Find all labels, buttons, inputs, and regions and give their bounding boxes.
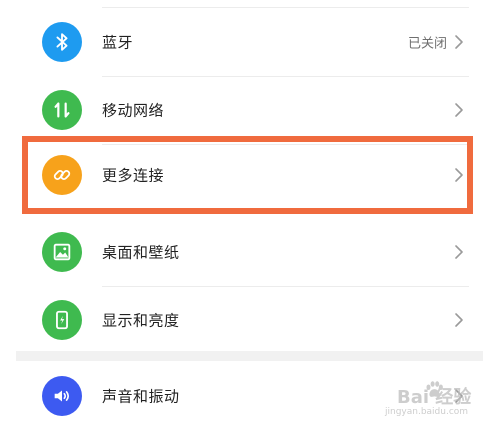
mobile-data-icon bbox=[42, 90, 82, 130]
settings-item-more-connections[interactable]: 更多连接 bbox=[0, 141, 499, 209]
chevron-right-icon bbox=[453, 167, 465, 183]
picture-icon bbox=[42, 232, 82, 272]
paw-icon bbox=[426, 381, 443, 397]
settings-item-label: 声音和振动 bbox=[102, 387, 180, 406]
settings-item-display-brightness[interactable]: 显示和亮度 bbox=[0, 286, 499, 354]
settings-item-label: 移动网络 bbox=[102, 101, 165, 120]
chevron-right-icon bbox=[453, 244, 465, 260]
watermark-url: jingyan.baidu.com bbox=[385, 407, 469, 417]
settings-item-label: 更多连接 bbox=[102, 166, 165, 185]
settings-item-mobile-network[interactable]: 移动网络 bbox=[0, 76, 499, 144]
settings-screen: 蓝牙 已关闭 移动网络 更多连接 桌面和壁纸 显示和亮度 声音和振动 Bai 经… bbox=[0, 0, 499, 431]
settings-item-label: 显示和亮度 bbox=[102, 311, 180, 330]
settings-item-label: 桌面和壁纸 bbox=[102, 243, 180, 262]
phone-brightness-icon bbox=[42, 300, 82, 340]
bluetooth-icon bbox=[42, 22, 82, 62]
bluetooth-status: 已关闭 bbox=[407, 36, 447, 52]
settings-item-bluetooth[interactable]: 蓝牙 已关闭 bbox=[0, 8, 499, 76]
watermark: Bai 经验 jingyan.baidu.com bbox=[379, 377, 489, 423]
link-icon bbox=[42, 155, 82, 195]
chevron-right-icon bbox=[453, 102, 465, 118]
chevron-right-icon bbox=[453, 34, 465, 50]
chevron-right-icon bbox=[453, 312, 465, 328]
section-separator bbox=[16, 351, 483, 361]
speaker-icon bbox=[42, 376, 82, 416]
settings-item-label: 蓝牙 bbox=[102, 33, 134, 52]
settings-item-desktop-wallpaper[interactable]: 桌面和壁纸 bbox=[0, 218, 499, 286]
